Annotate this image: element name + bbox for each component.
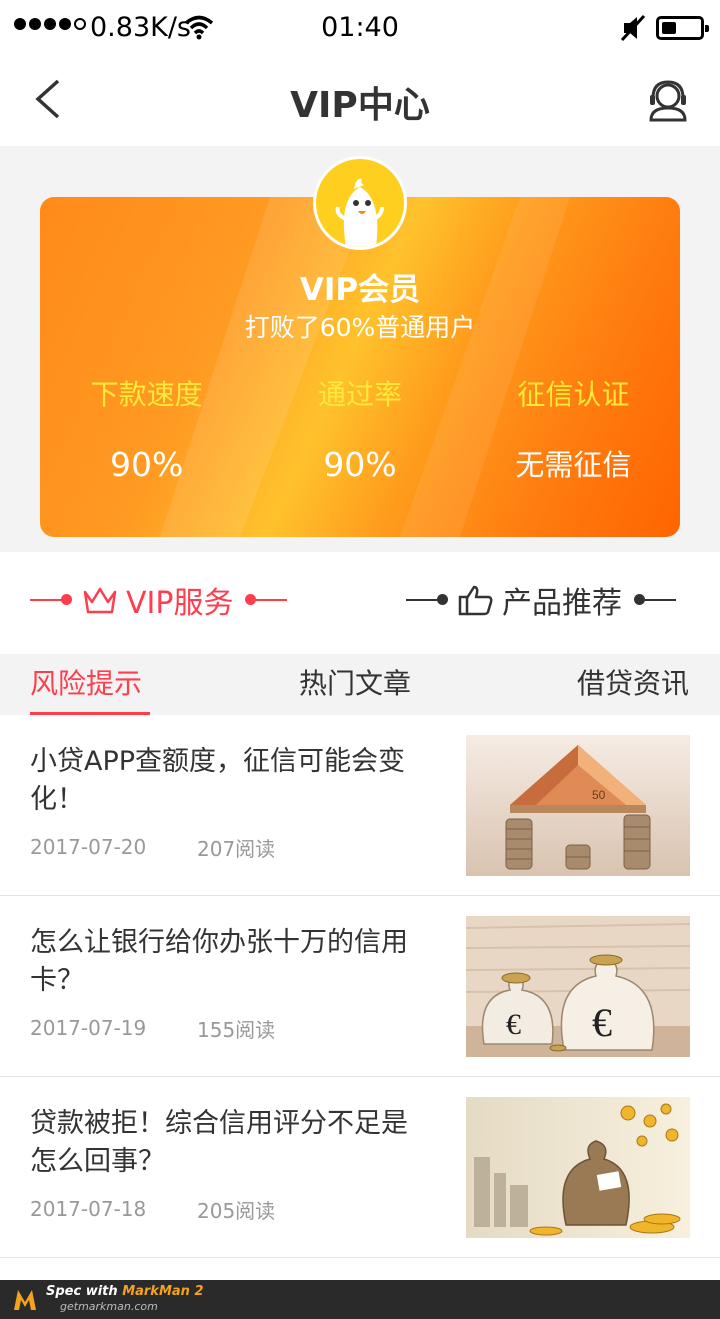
vip-service-button[interactable]: VIP服务 bbox=[30, 582, 288, 621]
vip-service-label: VIP服务 bbox=[126, 586, 234, 621]
article-title: 怎么让银行给你办张十万的信用卡？ bbox=[30, 927, 408, 996]
stat-credit-check: 征信认证 无需征信 bbox=[467, 375, 680, 485]
footer-prefix: Spec with bbox=[46, 1284, 123, 1299]
clock: 01:40 bbox=[321, 12, 399, 43]
article-list: 小贷APP查额度，征信可能会变化！ 2017-07-20 207阅读 50 怎么… bbox=[0, 715, 720, 1258]
list-item[interactable]: 怎么让银行给你办张十万的信用卡？ 2017-07-19 155阅读 € € bbox=[0, 896, 720, 1077]
nav-bar: VIP中心 bbox=[0, 56, 720, 146]
product-recommend-button[interactable]: 产品推荐 bbox=[406, 582, 676, 621]
stat-label: 通过率 bbox=[317, 378, 402, 411]
money-house-image: 50 bbox=[466, 735, 690, 876]
footer-brand: MarkMan 2 bbox=[122, 1284, 204, 1299]
divider-dot-left bbox=[30, 594, 72, 605]
page-title: VIP中心 bbox=[290, 85, 430, 126]
services-row: VIP服务 产品推荐 bbox=[0, 552, 720, 652]
article-date: 2017-07-20 bbox=[30, 835, 147, 859]
footer-url: getmarkman.com bbox=[60, 1300, 158, 1313]
vip-stats: 下款速度 90% 通过率 90% 征信认证 无需征信 bbox=[40, 375, 680, 485]
divider-dot-right bbox=[634, 594, 676, 605]
footer-spec-text: Spec with MarkMan 2 bbox=[46, 1284, 204, 1299]
svg-text:€: € bbox=[592, 1000, 612, 1045]
battery-icon bbox=[656, 16, 709, 40]
article-reads: 155阅读 bbox=[197, 1018, 276, 1042]
stat-loan-speed: 下款速度 90% bbox=[40, 375, 253, 485]
article-title: 小贷APP查额度，征信可能会变化！ bbox=[30, 746, 406, 815]
customer-service-icon[interactable] bbox=[646, 78, 690, 122]
stat-value: 90% bbox=[109, 445, 184, 484]
article-reads: 205阅读 bbox=[197, 1199, 276, 1223]
article-reads: 207阅读 bbox=[197, 837, 276, 861]
stat-value: 无需征信 bbox=[515, 448, 632, 482]
product-recommend-label: 产品推荐 bbox=[502, 586, 622, 621]
vip-title: VIP会员 bbox=[299, 272, 421, 308]
status-bar: 0.83K/s 01:40 bbox=[0, 0, 720, 56]
divider-dot-left bbox=[406, 594, 448, 605]
article-date: 2017-07-18 bbox=[30, 1197, 147, 1221]
money-bag-coins-image bbox=[466, 1097, 690, 1238]
svg-text:€: € bbox=[506, 1008, 521, 1041]
tab-hot-articles[interactable]: 热门文章 bbox=[299, 664, 411, 704]
article-title: 贷款被拒！综合信用评分不足是怎么回事？ bbox=[30, 1108, 408, 1177]
mute-icon bbox=[620, 14, 646, 42]
stat-label: 下款速度 bbox=[90, 378, 203, 411]
category-tabs: 风险提示 热门文章 借贷资讯 bbox=[0, 654, 720, 715]
crown-icon bbox=[83, 587, 117, 614]
thumbs-up-icon bbox=[458, 585, 493, 616]
list-item[interactable]: 贷款被拒！综合信用评分不足是怎么回事？ 2017-07-18 205阅读 bbox=[0, 1077, 720, 1258]
euro-bags-image: € € bbox=[466, 916, 690, 1057]
tab-loan-news[interactable]: 借贷资讯 bbox=[577, 664, 689, 704]
stat-pass-rate: 通过率 90% bbox=[253, 375, 466, 485]
markman-logo-icon bbox=[14, 1290, 36, 1310]
tab-risk-tips[interactable]: 风险提示 bbox=[30, 664, 142, 704]
stat-label: 征信认证 bbox=[517, 378, 630, 411]
vip-avatar bbox=[313, 156, 407, 250]
list-item[interactable]: 小贷APP查额度，征信可能会变化！ 2017-07-20 207阅读 50 bbox=[0, 715, 720, 896]
chick-mascot-icon bbox=[335, 178, 384, 247]
vip-subtitle: 打败了60%普通用户 bbox=[244, 313, 476, 342]
divider-dot-right bbox=[245, 594, 288, 605]
svg-text:50: 50 bbox=[592, 788, 606, 802]
markman-footer: Spec with MarkMan 2 getmarkman.com bbox=[0, 1280, 720, 1319]
stat-value: 90% bbox=[323, 445, 397, 484]
article-date: 2017-07-19 bbox=[30, 1016, 147, 1040]
